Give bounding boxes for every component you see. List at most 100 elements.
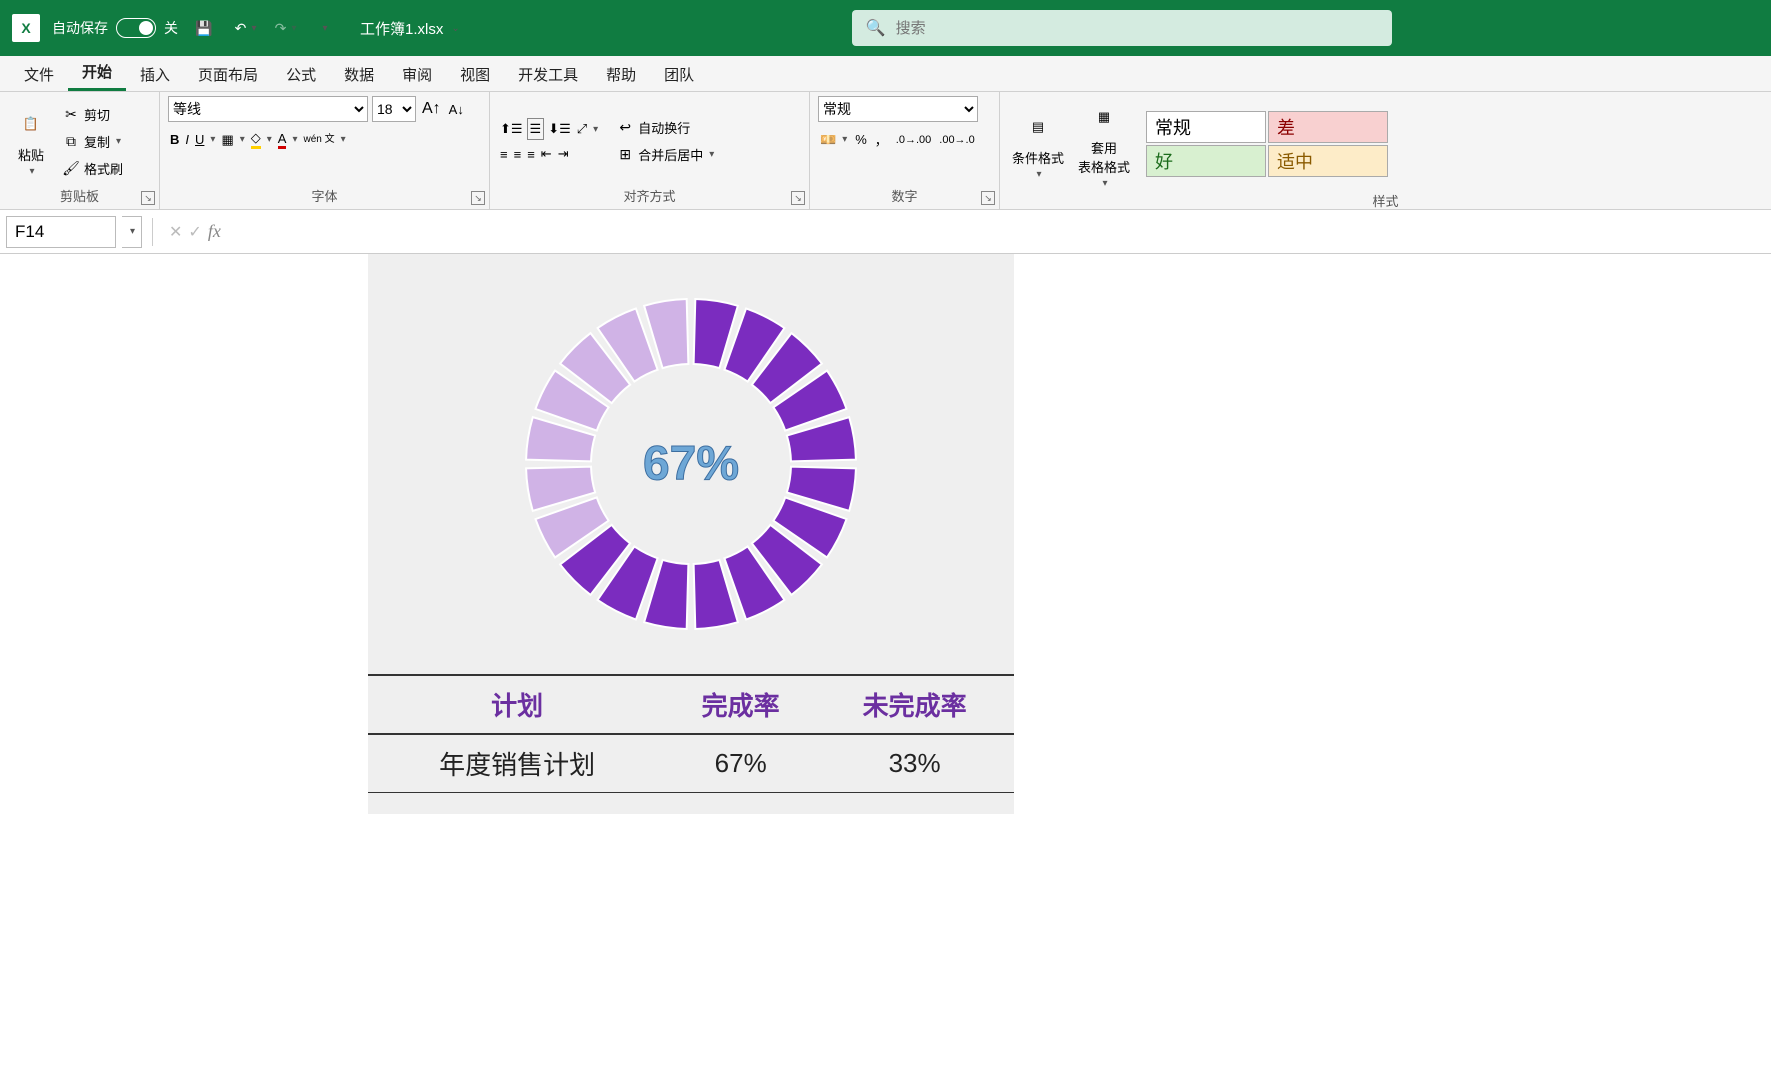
font-color-button[interactable]: A▾ (276, 129, 300, 151)
wrap-text-button[interactable]: ↩自动换行 (614, 116, 716, 139)
chevron-down-icon: ⌄ (451, 23, 459, 34)
border-button[interactable]: ▦▾ (219, 130, 246, 150)
cell-style-bad[interactable]: 差 (1268, 111, 1388, 143)
table-format-icon: ▦ (1085, 98, 1123, 136)
conditional-format-button[interactable]: ▤ 条件格式▾ (1008, 106, 1068, 182)
autosave-toggle[interactable]: 自动保存 关 (52, 18, 178, 38)
font-dialog-launcher[interactable]: ↘ (471, 191, 485, 205)
increase-indent-button[interactable]: ⇥ (556, 144, 571, 164)
percent-icon: % (855, 132, 867, 147)
save-button[interactable]: 💾 (190, 14, 218, 42)
decrease-decimal-icon: .00→.0 (939, 134, 974, 146)
tab-insert[interactable]: 插入 (126, 58, 184, 91)
search-box[interactable]: 🔍 (852, 10, 1392, 46)
phonetic-button[interactable]: wén 文▾ (302, 132, 348, 147)
enter-formula-button[interactable]: ✓ (188, 222, 201, 242)
comma-format-button[interactable]: ， (873, 128, 890, 151)
font-name-select[interactable]: 等线 (168, 96, 368, 122)
insert-function-button[interactable]: fx (208, 221, 221, 242)
decrease-indent-button[interactable]: ⇤ (539, 144, 554, 164)
copy-button[interactable]: ⧉复制▾ (60, 130, 125, 153)
cell-plan-name: 年度销售计划 (368, 734, 666, 793)
name-box[interactable]: F14 (6, 216, 116, 248)
tab-page-layout[interactable]: 页面布局 (184, 58, 272, 91)
tab-review[interactable]: 审阅 (388, 58, 446, 91)
wrap-text-icon: ↩ (616, 119, 634, 137)
number-dialog-launcher[interactable]: ↘ (981, 191, 995, 205)
tab-developer[interactable]: 开发工具 (504, 58, 592, 91)
merge-center-button[interactable]: ⊞合并后居中▾ (614, 143, 716, 166)
cell-style-good[interactable]: 好 (1146, 145, 1266, 177)
fill-color-icon: ◇ (251, 130, 261, 149)
excel-app-icon: X (12, 14, 40, 42)
table-row[interactable]: 年度销售计划 67% 33% (368, 734, 1014, 793)
accounting-format-button[interactable]: 💴▾ (818, 128, 849, 151)
tab-file[interactable]: 文件 (10, 58, 68, 91)
search-input[interactable] (896, 20, 1378, 37)
increase-decimal-button[interactable]: .0→.00 (894, 128, 933, 151)
undo-button[interactable]: ↶▾ (230, 14, 258, 42)
cancel-formula-button[interactable]: ✕ (169, 222, 182, 242)
decrease-font-button[interactable]: A↓ (447, 100, 466, 119)
formula-bar: F14 ▾ ✕ ✓ fx (0, 210, 1771, 254)
format-as-table-button[interactable]: ▦ 套用 表格格式▾ (1074, 96, 1134, 191)
group-font: 等线 18 A↑ A↓ B I U▾ ▦▾ ◇▾ A▾ wén 文▾ 字体 ↘ (160, 92, 490, 209)
name-box-dropdown[interactable]: ▾ (122, 216, 142, 248)
comma-icon: ， (875, 130, 888, 149)
title-bar: X 自动保存 关 💾 ↶▾ ↷▾ ▾ 工作簿1.xlsx ⌄ 🔍 (0, 0, 1771, 56)
format-painter-button[interactable]: 🖌格式刷 (60, 157, 125, 180)
worksheet-area[interactable]: 67% 计划 完成率 未完成率 年度销售计划 67% 33% (0, 254, 1771, 1080)
qat-customize-button[interactable]: ▾ (310, 14, 338, 42)
formula-input[interactable] (233, 216, 1765, 248)
redo-icon: ↷ (271, 19, 289, 37)
alignment-dialog-launcher[interactable]: ↘ (791, 191, 805, 205)
paste-button[interactable]: 📋 粘贴 ▾ (8, 103, 54, 179)
clipboard-dialog-launcher[interactable]: ↘ (141, 191, 155, 205)
decrease-decimal-button[interactable]: .00→.0 (937, 128, 976, 151)
font-size-select[interactable]: 18 (372, 96, 416, 122)
cell-style-normal[interactable]: 常规 (1146, 111, 1266, 143)
styles-group-label: 样式 (1008, 191, 1763, 212)
align-center-button[interactable]: ≡ (512, 144, 524, 164)
align-left-button[interactable]: ≡ (498, 144, 510, 164)
paste-icon: 📋 (12, 105, 50, 143)
border-icon: ▦ (221, 132, 233, 148)
font-group-label: 字体 (168, 186, 481, 207)
number-format-select[interactable]: 常规 (818, 96, 978, 122)
align-right-icon: ≡ (527, 147, 535, 162)
underline-icon: U (195, 132, 204, 147)
tab-view[interactable]: 视图 (446, 58, 504, 91)
toggle-switch-icon[interactable] (116, 18, 156, 38)
italic-button[interactable]: I (183, 130, 191, 149)
align-right-button[interactable]: ≡ (525, 144, 537, 164)
tab-home[interactable]: 开始 (68, 55, 126, 91)
redo-button[interactable]: ↷▾ (270, 14, 298, 42)
table-header-complete: 完成率 (666, 675, 815, 734)
tab-data[interactable]: 数据 (330, 58, 388, 91)
underline-button[interactable]: U▾ (193, 130, 217, 149)
undo-icon: ↶ (231, 19, 249, 37)
group-number: 常规 💴▾ % ， .0→.00 .00→.0 数字 ↘ (810, 92, 1000, 209)
ribbon: 📋 粘贴 ▾ ✂剪切 ⧉复制▾ 🖌格式刷 剪贴板 ↘ 等线 18 A↑ A↓ B (0, 92, 1771, 210)
tab-help[interactable]: 帮助 (592, 58, 650, 91)
align-bottom-icon: ⬇☰ (548, 121, 571, 137)
tab-formulas[interactable]: 公式 (272, 58, 330, 91)
group-clipboard: 📋 粘贴 ▾ ✂剪切 ⧉复制▾ 🖌格式刷 剪贴板 ↘ (0, 92, 160, 209)
align-bottom-button[interactable]: ⬇☰ (546, 118, 573, 140)
cut-button[interactable]: ✂剪切 (60, 103, 125, 126)
cell-style-neutral[interactable]: 适中 (1268, 145, 1388, 177)
align-left-icon: ≡ (500, 147, 508, 162)
cell-incomplete-rate: 33% (815, 734, 1014, 793)
orientation-button[interactable]: ⤢▾ (575, 118, 600, 140)
bold-button[interactable]: B (168, 130, 181, 149)
percent-format-button[interactable]: % (853, 128, 869, 151)
tab-team[interactable]: 团队 (650, 58, 708, 91)
align-top-button[interactable]: ⬆☰ (498, 118, 525, 140)
align-middle-button[interactable]: ☰ (527, 118, 545, 140)
increase-font-button[interactable]: A↑ (420, 98, 443, 120)
file-name-dropdown[interactable]: 工作簿1.xlsx ⌄ (360, 18, 460, 39)
fill-color-button[interactable]: ◇▾ (249, 128, 274, 151)
italic-icon: I (185, 132, 189, 147)
font-color-icon: A (278, 131, 287, 149)
decrease-indent-icon: ⇤ (541, 146, 552, 162)
